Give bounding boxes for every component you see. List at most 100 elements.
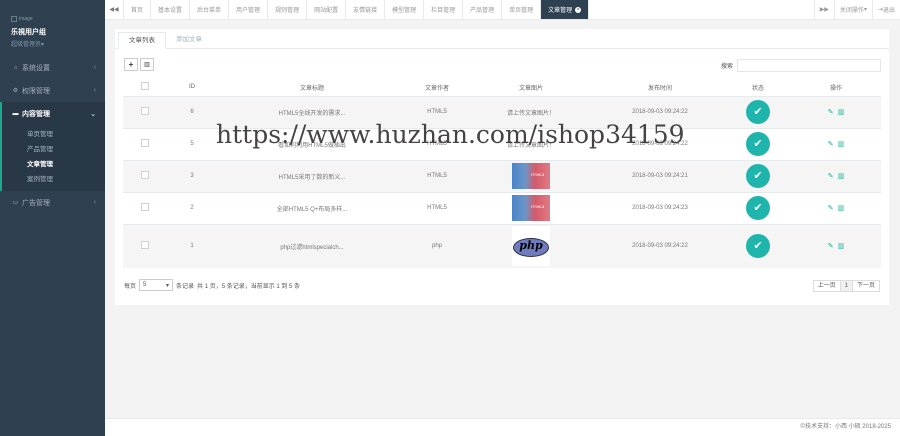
- next-page-button[interactable]: 下一页: [851, 280, 880, 292]
- logout-label: 退出: [882, 8, 895, 14]
- header-select-all[interactable]: [123, 79, 167, 97]
- cell-time: 2018-09-03 09:24:21: [595, 159, 725, 192]
- row-checkbox[interactable]: [141, 171, 149, 179]
- search-input[interactable]: [737, 59, 881, 72]
- edit-icon[interactable]: ✎: [828, 141, 834, 148]
- delete-icon[interactable]: ▥: [838, 205, 845, 212]
- delete-icon[interactable]: ▥: [838, 141, 845, 148]
- tab-users[interactable]: 用户管理: [229, 0, 269, 19]
- chevron-left-icon: ‹: [93, 199, 96, 206]
- tab-home[interactable]: 首页: [124, 0, 152, 19]
- delete-button[interactable]: ▥: [140, 58, 154, 71]
- cell-time: 2018-09-03 09:24:22: [595, 223, 725, 268]
- php-logo-thumbnail: php: [512, 226, 550, 267]
- status-check-button[interactable]: ✔: [746, 196, 770, 220]
- status-check-button[interactable]: ✔: [746, 100, 770, 124]
- logout-button[interactable]: ⇥ 退出: [871, 0, 900, 19]
- tab-rules[interactable]: 规则管理: [268, 0, 308, 19]
- tab-pages[interactable]: 单页管理: [502, 0, 542, 19]
- sidebar-nav: ⌂ 系统设置 ‹ ⚙ 权限管理 ‹ ▬ 内容管理 ⌄ 单页管理 产品管理 文章管…: [0, 56, 105, 214]
- submenu-item-pages[interactable]: 单页管理: [2, 127, 105, 142]
- column-header-actions[interactable]: 操作: [791, 79, 881, 97]
- sidebar-item-system-settings[interactable]: ⌂ 系统设置 ‹: [0, 56, 105, 79]
- column-header-time[interactable]: 发布时间: [595, 79, 725, 97]
- search-box: 搜索: [721, 59, 881, 72]
- chevron-down-icon: ⌄: [90, 110, 96, 118]
- tab-article-list[interactable]: 文章列表: [118, 32, 166, 49]
- caret-down-icon: ▾: [166, 282, 170, 289]
- add-button[interactable]: +: [124, 58, 138, 71]
- table-row: 6 HTML5全线开发的需求... HTML5 请上传文章图片！ 2018-09…: [123, 95, 881, 128]
- sidebar-item-permissions[interactable]: ⚙ 权限管理 ‹: [0, 79, 105, 102]
- column-header-id[interactable]: ID: [167, 79, 217, 97]
- monitor-icon: ▭: [12, 200, 19, 206]
- edit-icon[interactable]: ✎: [828, 243, 834, 250]
- row-checkbox[interactable]: [141, 107, 149, 115]
- search-label: 搜索: [720, 64, 733, 70]
- submenu-item-products[interactable]: 产品管理: [2, 142, 105, 157]
- tab-articles[interactable]: 文章管理 ×: [541, 0, 590, 19]
- status-check-button[interactable]: ✔: [746, 132, 770, 156]
- tabs-prev-button[interactable]: ◀◀: [105, 0, 124, 19]
- tab-site-config[interactable]: 网站配置: [307, 0, 347, 19]
- table-row: 3 HTML5采用了数的新义... HTML5 2018-09-03 09:24…: [123, 159, 881, 192]
- tabs-next-button[interactable]: ▶▶: [813, 0, 834, 19]
- chevron-left-icon: ‹: [93, 87, 96, 94]
- profile: image 乐視用户组 超级管理员▾: [0, 0, 105, 56]
- tab-add-article[interactable]: 添加文章: [166, 32, 212, 48]
- username: 乐視用户组: [11, 29, 46, 36]
- tab-models[interactable]: 模型管理: [385, 0, 425, 19]
- delete-icon[interactable]: ▥: [838, 173, 845, 180]
- column-header-image[interactable]: 文章图片: [467, 79, 595, 97]
- table-row: 5 看如何利用HTML5做插出 HTML5 请上传文章图片！ 2018-09-0…: [123, 127, 881, 160]
- sidebar-item-content[interactable]: ▬ 内容管理 ⌄: [0, 102, 105, 125]
- row-checkbox[interactable]: [141, 139, 149, 147]
- sidebar-item-label: 广告管理: [22, 199, 50, 207]
- tab-admin-menu[interactable]: 后台菜单: [190, 0, 230, 19]
- close-operations-dropdown[interactable]: 关闭操作 ▾: [833, 0, 872, 19]
- prev-page-button[interactable]: 上一页: [812, 280, 841, 292]
- cell-image: 请上传文章图片！: [467, 127, 595, 160]
- table-row: 2 全部HTML5 Q+布局多样... HTML5 2018-09-03 09:…: [123, 191, 881, 224]
- user-role-dropdown[interactable]: 超级管理员▾: [11, 39, 105, 48]
- tab-basic-settings[interactable]: 基本设置: [151, 0, 191, 19]
- cell-id: 2: [167, 191, 217, 224]
- column-header-status[interactable]: 状态: [725, 79, 791, 97]
- column-header-author[interactable]: 文章作者: [407, 79, 467, 97]
- avatar: image: [11, 14, 105, 23]
- delete-icon[interactable]: ▥: [838, 109, 845, 116]
- tab-columns[interactable]: 栏目管理: [424, 0, 464, 19]
- content-tabs: 文章列表 添加文章: [115, 29, 889, 49]
- tab-products[interactable]: 产品管理: [463, 0, 503, 19]
- delete-icon[interactable]: ▥: [838, 243, 845, 250]
- tabbar-actions: ▶▶ 关闭操作 ▾ ⇥ 退出: [813, 0, 900, 19]
- cell-author: HTML5: [407, 127, 467, 160]
- status-check-button[interactable]: ✔: [746, 164, 770, 188]
- edit-icon[interactable]: ✎: [828, 205, 834, 212]
- article-thumbnail: [512, 195, 550, 221]
- column-header-title[interactable]: 文章标题: [217, 79, 407, 97]
- close-icon[interactable]: ×: [575, 6, 582, 13]
- edit-icon[interactable]: ✎: [828, 109, 834, 116]
- row-checkbox[interactable]: [141, 203, 149, 211]
- content-panel: 文章列表 添加文章 + ▥ 搜索 ID 文章标题 文章作者 文章图片 发布时间 …: [115, 29, 889, 305]
- page-tabs: 首页 基本设置 后台菜单 用户管理 规则管理 网站配置 友情链接 模型管理 栏目…: [124, 0, 814, 19]
- status-check-button[interactable]: ✔: [746, 234, 770, 259]
- tab-links[interactable]: 友情链接: [346, 0, 386, 19]
- cell-id: 5: [167, 127, 217, 160]
- sidebar-item-label: 权限管理: [22, 87, 50, 95]
- row-checkbox[interactable]: [141, 241, 149, 250]
- per-page-suffix: 条记录: [176, 283, 195, 290]
- pagination: 上一页 1 下一页: [812, 280, 880, 292]
- page-1-button[interactable]: 1: [839, 280, 853, 292]
- page-size-select[interactable]: 5 ▾: [139, 279, 174, 291]
- edit-icon[interactable]: ✎: [828, 173, 834, 180]
- select-all-checkbox[interactable]: [141, 82, 149, 91]
- tab-bar: ◀◀ 首页 基本设置 后台菜单 用户管理 规则管理 网站配置 友情链接 模型管理…: [105, 0, 900, 20]
- submenu-item-cases[interactable]: 案例管理: [2, 172, 105, 187]
- submenu-item-articles[interactable]: 文章管理: [2, 157, 105, 172]
- cell-author: php: [407, 223, 467, 268]
- sidebar-item-ads[interactable]: ▭ 广告管理 ‹: [0, 191, 105, 214]
- cell-id: 3: [167, 159, 217, 192]
- sidebar: image 乐視用户组 超级管理员▾ ⌂ 系统设置 ‹ ⚙ 权限管理 ‹ ▬ 内…: [0, 0, 105, 436]
